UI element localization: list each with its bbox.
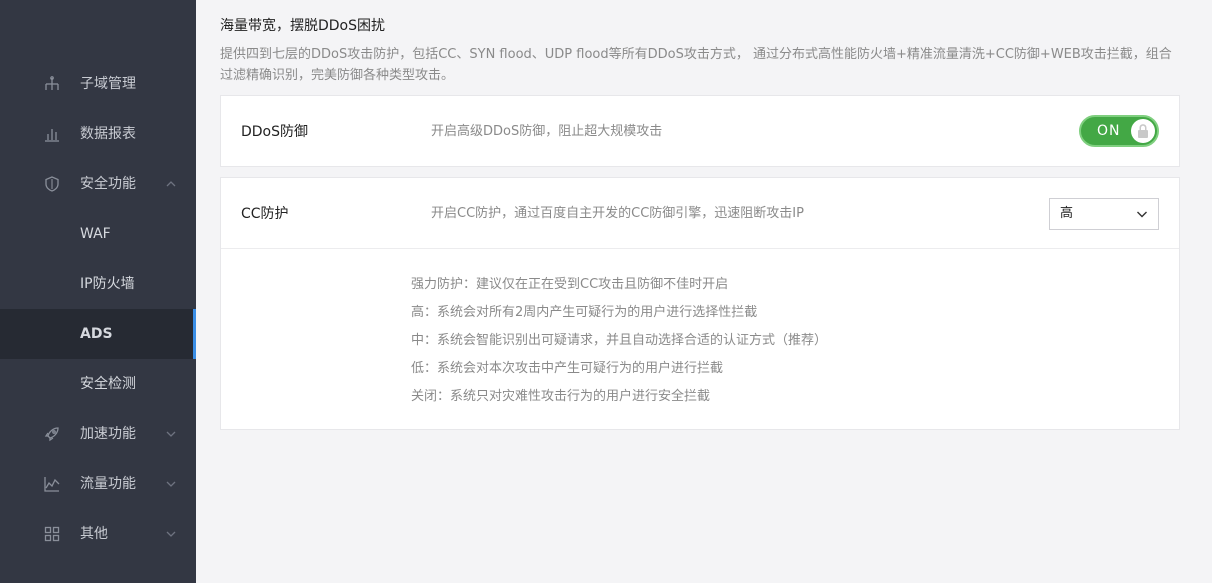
sidebar-item-label: 加速功能 (80, 426, 136, 442)
sidebar-item-other[interactable]: 其他 (0, 509, 196, 559)
cc-setting-description: 开启CC防护，通过百度自主开发的CC防御引擎，迅速阻断攻击IP (431, 206, 804, 221)
ddos-setting-card: DDoS防御 开启高级DDoS防御，阻止超大规模攻击 ON (220, 95, 1180, 167)
chevron-down-icon (165, 429, 177, 439)
sidebar: 子域管理 数据报表 安全功能 WAF IP防火墙 ADS 安全检测 加速功能 流… (0, 0, 196, 583)
hint-off: 关闭：系统只对灾难性攻击行为的用户进行安全拦截 (411, 389, 711, 404)
sidebar-item-acceleration[interactable]: 加速功能 (0, 409, 196, 459)
sidebar-item-label: 流量功能 (80, 476, 136, 492)
cc-level-select[interactable]: 高 (1049, 198, 1159, 230)
sidebar-item-traffic[interactable]: 流量功能 (0, 459, 196, 509)
sidebar-item-label: 子域管理 (80, 76, 136, 92)
rocket-icon (44, 426, 60, 442)
sidebar-item-subdomain[interactable]: 子域管理 (0, 59, 196, 109)
page-description: 提供四到七层的DDoS攻击防护，包括CC、SYN flood、UDP flood… (220, 47, 1172, 83)
chevron-down-icon (1136, 210, 1148, 218)
sidebar-item-reports[interactable]: 数据报表 (0, 109, 196, 159)
hint-strong: 强力防护：建议仅在正在受到CC攻击且防御不佳时开启 (411, 277, 729, 292)
hint-medium: 中：系统会智能识别出可疑请求，并且自动选择合适的认证方式（推荐） (411, 333, 828, 348)
cc-setting-name: CC防护 (241, 206, 289, 222)
sidebar-item-ip-firewall[interactable]: IP防火墙 (0, 259, 196, 309)
shield-icon (44, 176, 60, 192)
sidebar-item-waf[interactable]: WAF (0, 209, 196, 259)
sidebar-item-label: 数据报表 (80, 126, 136, 142)
grid-icon (44, 526, 60, 542)
sidebar-item-security[interactable]: 安全功能 (0, 159, 196, 209)
sidebar-item-label: 安全功能 (80, 176, 136, 192)
toggle-knob (1131, 119, 1155, 143)
ddos-setting-description: 开启高级DDoS防御，阻止超大规模攻击 (431, 124, 663, 139)
cc-setting-card: CC防护 开启CC防护，通过百度自主开发的CC防御引擎，迅速阻断攻击IP 高 强… (220, 177, 1180, 430)
sidebar-item-label: IP防火墙 (80, 276, 135, 292)
sidebar-item-label: WAF (80, 226, 111, 242)
hint-high: 高：系统会对所有2周内产生可疑行为的用户进行选择性拦截 (411, 305, 758, 320)
sitemap-icon (44, 76, 60, 92)
lock-icon (1138, 124, 1148, 138)
cc-level-hints: 强力防护：建议仅在正在受到CC攻击且防御不佳时开启 高：系统会对所有2周内产生可… (411, 271, 827, 411)
sidebar-item-security-scan[interactable]: 安全检测 (0, 359, 196, 409)
active-indicator (193, 309, 196, 359)
divider (221, 248, 1179, 249)
chevron-up-icon (165, 179, 177, 189)
ddos-toggle[interactable]: ON (1079, 115, 1159, 147)
chevron-down-icon (165, 479, 177, 489)
hint-low: 低：系统会对本次攻击中产生可疑行为的用户进行拦截 (411, 361, 724, 376)
sidebar-item-label: 其他 (80, 526, 108, 542)
sidebar-item-label: ADS (80, 326, 113, 342)
bar-chart-icon (44, 126, 60, 142)
sidebar-item-ads[interactable]: ADS (0, 309, 196, 359)
cc-level-value: 高 (1060, 206, 1074, 221)
sidebar-item-label: 安全检测 (80, 376, 136, 392)
page-title: 海量带宽，摆脱DDoS困扰 (220, 18, 386, 34)
chevron-down-icon (165, 529, 177, 539)
ddos-setting-name: DDoS防御 (241, 124, 309, 140)
toggle-label: ON (1097, 123, 1121, 139)
area-chart-icon (44, 476, 60, 492)
